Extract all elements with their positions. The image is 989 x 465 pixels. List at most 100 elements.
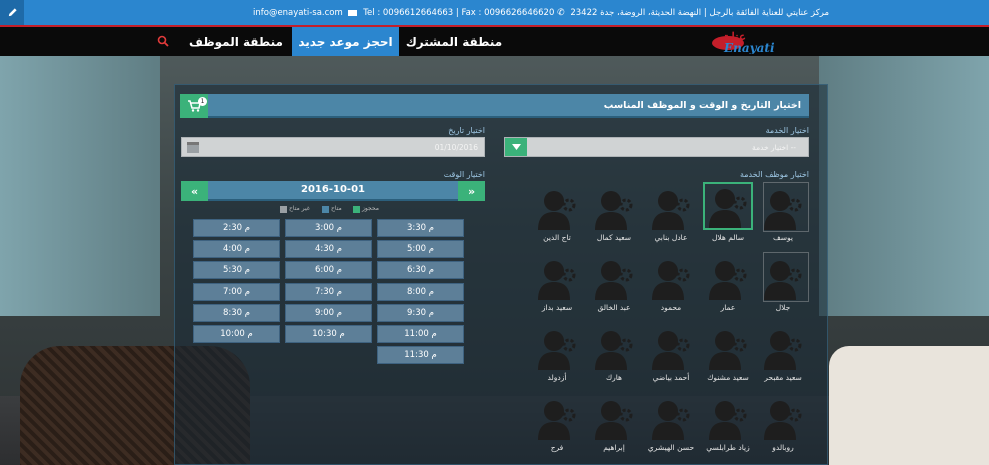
pencil-icon (8, 8, 17, 17)
time-slot[interactable]: 10:30 م (285, 325, 372, 343)
staff-name: سعيد مقبحر (764, 373, 802, 382)
staff-avatar (532, 392, 582, 440)
time-slot[interactable]: 6:30 م (377, 261, 464, 280)
staff-name: عادل بنابي (654, 233, 688, 242)
staff-frame (763, 252, 809, 302)
staff-name: تاج الدين (543, 233, 571, 242)
staff-name: سعيد بداز (541, 303, 573, 312)
staff-name: سعيد كمال (596, 233, 632, 242)
staff-avatar (589, 252, 639, 300)
envelope-icon (348, 9, 358, 16)
staff-name: حسن الهيشري (647, 443, 695, 452)
time-slot[interactable]: 11:30 م (377, 346, 464, 365)
spa-bed (829, 346, 989, 465)
address-text: مركز عنايتي للعناية الفائقة بالرجل | الن… (570, 8, 829, 18)
nav-employee-area[interactable]: منطقة الموظف (180, 27, 292, 56)
next-date-button[interactable]: » (458, 181, 485, 201)
date-label: اختيار تاريخ (448, 126, 485, 135)
staff-name: أزدولد (547, 373, 567, 382)
cart-count-badge: 1 (198, 97, 207, 106)
legend-swatch-unavailable (280, 206, 287, 213)
contact-info: مركز عنايتي للعناية الفائقة بالرجل | الن… (363, 8, 829, 18)
panel-header: اختيار التاريخ و الوقت و الموظف المناسب (180, 94, 809, 118)
calendar-icon[interactable] (187, 142, 199, 153)
dropdown-button[interactable] (505, 138, 527, 156)
email-text: info@enayati-sa.com (253, 8, 343, 18)
main-nav: منطقة المشترك احجز موعد جديد منطقة الموظ… (0, 27, 989, 56)
time-slot[interactable]: 8:30 م (193, 303, 280, 322)
time-slot[interactable]: 7:00 م (193, 282, 280, 301)
time-slot[interactable]: 3:30 م (377, 219, 464, 237)
staff-avatar (589, 392, 639, 440)
time-slot[interactable]: 5:00 م (377, 240, 464, 259)
date-input-value: 01/10/2016 (434, 143, 478, 152)
chevron-down-icon (511, 144, 521, 150)
staff-name: عمار (720, 303, 736, 312)
staff-name: يوسف (772, 233, 793, 242)
staff-name: روبالدو (772, 443, 794, 452)
time-slot[interactable]: 9:00 م (285, 303, 372, 322)
wall-left (0, 56, 160, 316)
time-slot[interactable]: 5:30 م (193, 261, 280, 280)
staff-avatar (532, 322, 582, 370)
logo[interactable]: عنايتي Enayati (706, 30, 786, 55)
time-slot[interactable]: 9:30 م (377, 303, 464, 322)
legend-booked: محجوز (362, 205, 379, 212)
time-slot[interactable]: 4:30 م (285, 240, 372, 259)
time-slot[interactable]: 11:00 م (377, 325, 464, 343)
service-label: اختيار الخدمة (765, 126, 809, 135)
phones-text: Tel : 0096612664663 | Fax : 009662664662… (363, 8, 555, 18)
staff-avatar (703, 252, 753, 300)
staff-avatar (703, 392, 753, 440)
time-slot[interactable]: 2:30 م (193, 219, 280, 237)
staff-name: سعيد مشنوك (707, 373, 749, 382)
search-icon[interactable] (157, 35, 169, 47)
logo-graphic: عنايتي Enayati (712, 30, 775, 55)
staff-name: أحمد بياضي (652, 373, 690, 382)
legend-unavailable: غير متاح (289, 205, 310, 212)
staff-name: فرج (550, 443, 564, 452)
staff-name: هارك (605, 373, 623, 382)
staff-avatar (703, 322, 753, 370)
slot-legend: محجوز متاح غير متاح (280, 205, 480, 215)
time-slot[interactable]: 7:30 م (285, 282, 372, 301)
double-chevron-right-icon: » (467, 184, 476, 198)
staff-avatar (646, 322, 696, 370)
staff-avatar (589, 322, 639, 370)
phone-icon: ✆ (557, 8, 565, 18)
panel-title: اختيار التاريخ و الوقت و الموظف المناسب (603, 100, 801, 111)
date-navigator: « 2016-10-01 » (181, 181, 485, 201)
service-select-value: -- اختيار خدمة (752, 143, 796, 152)
staff-avatar (589, 182, 639, 230)
staff-avatar (758, 392, 808, 440)
time-slot[interactable]: 6:00 م (285, 261, 372, 280)
svg-text:Enayati: Enayati (723, 41, 775, 54)
legend-swatch-booked (353, 206, 360, 213)
staff-avatar (646, 392, 696, 440)
wall-right (819, 56, 989, 316)
staff-avatar (532, 182, 582, 230)
time-slot[interactable]: 8:00 م (377, 282, 464, 301)
staff-name: جلال (775, 303, 791, 312)
staff-name: عبد الخالق (597, 303, 631, 312)
time-slot[interactable]: 3:00 م (285, 219, 372, 237)
staff-name: إبراهيم (603, 443, 625, 452)
staff-avatar (532, 252, 582, 300)
legend-available: متاح (331, 205, 342, 212)
staff-avatar (646, 182, 696, 230)
time-slot[interactable]: 4:00 م (193, 240, 280, 259)
staff-frame (763, 182, 809, 232)
date-input[interactable]: 01/10/2016 (181, 137, 485, 157)
staff-label: اختيار موظف الخدمة (739, 170, 809, 179)
time-label: اختيار الوقت (443, 170, 485, 179)
staff-avatar (758, 322, 808, 370)
legend-swatch-available (322, 206, 329, 213)
nav-subscriber-area[interactable]: منطقة المشترك (399, 27, 509, 56)
nav-book-appointment[interactable]: احجز موعد جديد (292, 27, 399, 56)
edit-button[interactable] (0, 0, 24, 25)
service-select[interactable]: -- اختيار خدمة (504, 137, 809, 157)
staff-avatar (646, 252, 696, 300)
time-slot[interactable]: 10:00 م (193, 325, 280, 343)
current-date: 2016-10-01 (301, 184, 365, 195)
email-link[interactable]: info@enayati-sa.com (253, 8, 358, 18)
